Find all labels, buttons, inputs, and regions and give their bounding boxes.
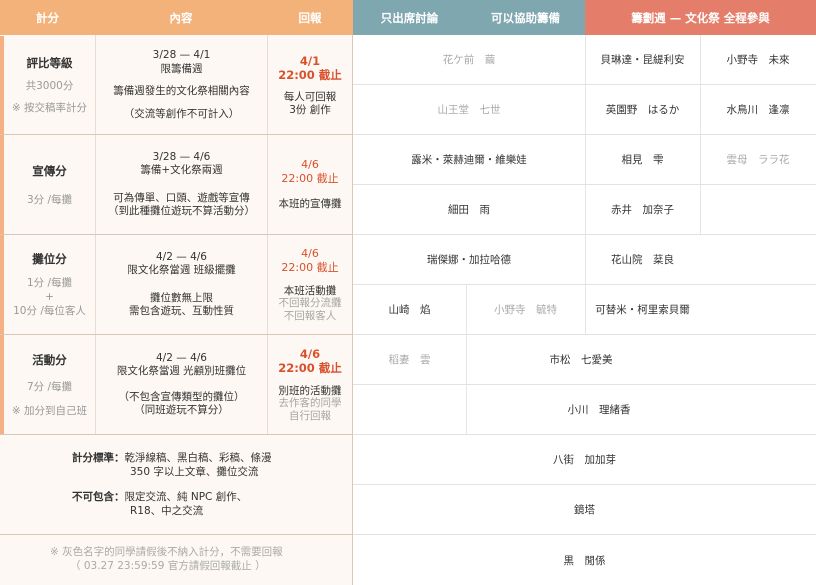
- name-cell: 小川 理緒香: [567, 404, 631, 416]
- name-cell: 花山院 棻良: [611, 254, 674, 266]
- rules-standard: 計分標準：乾淨線稿、黑白稿、彩稿、條漫 350 字以上文章、攤位交流: [72, 452, 272, 478]
- category-activity-reply: 4/6 22:00 截止 別班的活動攤 去作客的同學 自行回報: [278, 346, 342, 422]
- name-cell: 露米・萊赫迪爾・維樂娃: [411, 154, 527, 166]
- footnote: ※ 灰色名字的同學請假後不納入計分，不需要回報 （ 03.27 23:59:59…: [50, 546, 283, 572]
- header-full: 籌劃週 — 文化祭 全程參與: [585, 0, 816, 35]
- name-cell: 花ケ前 繭: [442, 54, 496, 66]
- category-rating-reply: 4/1 22:00 截止 每人可回報 3份 創作: [278, 54, 342, 116]
- header-reply: 回報: [267, 0, 353, 35]
- score-table-page: 計分 內容 回報 只出席討論 可以協助籌備 籌劃週 — 文化祭 全程參與 評比等…: [0, 0, 816, 585]
- header-score: 計分: [0, 0, 95, 35]
- category-stall-reply: 4/6 22:00 截止 本班活動攤 不回報分流攤 不回報客人: [278, 246, 342, 322]
- header-attend: 只出席討論: [353, 0, 466, 35]
- category-stall-content: 4/2 — 4/6 限文化祭當週 班級擺攤 攤位數無上限 需包含遊玩、互動性質: [127, 250, 236, 318]
- header-content: 內容: [95, 0, 267, 35]
- name-cell: 黒 閒係: [563, 554, 606, 567]
- name-cell: 稻妻 雲: [388, 354, 431, 366]
- category-rating: 評比等級 共3000分 ※ 按交稿率計分: [11, 56, 88, 114]
- name-cell: 山王堂 七世: [437, 104, 501, 116]
- rules-exclude: 不可包含：限定交流、純 NPC 創作、 R18、中之交流: [72, 491, 248, 517]
- category-promo: 宣傳分 3分 /每攤: [26, 163, 73, 206]
- name-cell: 細田 雨: [448, 204, 490, 216]
- header-assist: 可以協助籌備: [466, 0, 585, 35]
- name-cell: 鏡塔: [574, 504, 595, 516]
- category-activity: 活動分 7分 /每攤 ※ 加分到自己班: [11, 352, 88, 417]
- category-rating-content: 3/28 — 4/1 限籌備週 籌備週發生的文化祭相關內容 （交流等創作不可計入…: [113, 49, 250, 120]
- name-cell: 市松 七愛美: [549, 354, 613, 366]
- name-cell: 水鳥川 逢凛: [726, 104, 790, 116]
- category-promo-reply: 4/6 22:00 截止 本班的宣傳攤: [278, 158, 342, 211]
- category-stall: 攤位分 1分 /每攤 + 10分 /每位客人: [13, 252, 86, 317]
- name-cell: 小野寺 毓特: [494, 304, 557, 316]
- name-cell: 山崎 焰: [388, 304, 431, 316]
- name-cell: 小野寺 未來: [726, 54, 790, 66]
- name-cell: 可替米・柯里索貝爾: [595, 304, 690, 316]
- name-cell: 瑞傑娜・加拉哈德: [427, 254, 511, 266]
- name-cell: 英園野 はるか: [605, 104, 680, 116]
- name-cell: 貝琳達・昆緹利安: [600, 54, 685, 66]
- name-cell: 相見 雫: [621, 154, 664, 166]
- name-cell: 雲母 ララ花: [726, 154, 790, 166]
- category-activity-content: 4/2 — 4/6 限文化祭當週 光顧別班攤位 （不包含宣傳類型的攤位） （同班…: [116, 351, 247, 417]
- category-promo-content: 3/28 — 4/6 籌備+文化祭兩週 可為傳單、口頭、遊戲等宣傳 （到此種攤位…: [108, 150, 255, 218]
- name-cell: 八街 加加芽: [553, 454, 616, 466]
- name-cell: 赤井 加奈子: [611, 204, 674, 216]
